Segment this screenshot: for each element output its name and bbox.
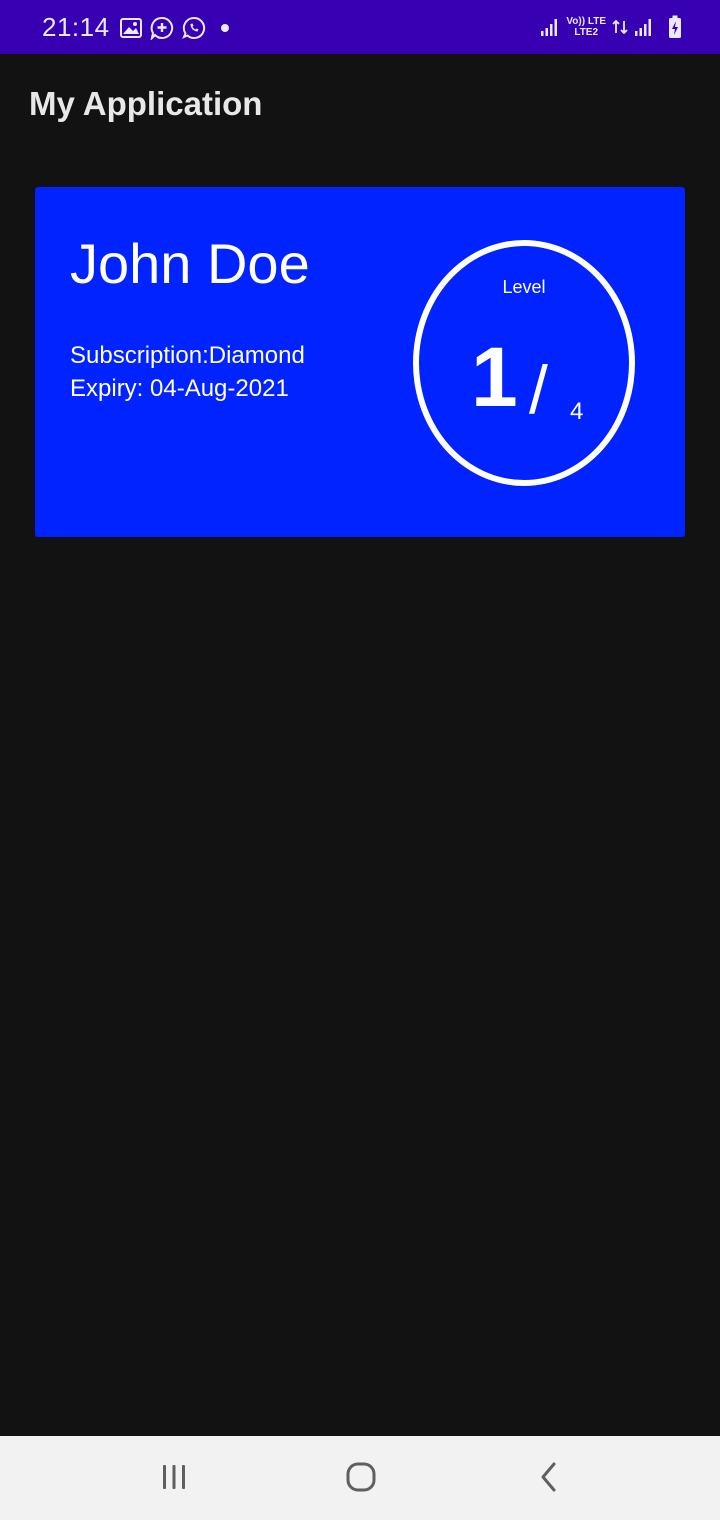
expiry-text: Expiry: 04-Aug-2021 — [70, 375, 289, 402]
member-name: John Doe — [70, 232, 310, 295]
navigation-bar — [0, 1436, 720, 1520]
level-label: Level — [502, 277, 546, 297]
system-icons: Vo)) LTE LTE2 — [540, 12, 682, 42]
network-label-top: Vo)) LTE — [566, 16, 606, 27]
back-icon — [537, 1462, 561, 1497]
notification-icons — [120, 14, 236, 42]
level-separator: / — [529, 352, 548, 428]
back-button[interactable] — [526, 1456, 572, 1502]
status-bar: 21:14 Vo)) LTE LTE2 — [0, 0, 720, 54]
recents-icon — [159, 1463, 189, 1496]
lte-data-icon — [612, 20, 628, 34]
gallery-icon — [120, 18, 142, 38]
subscription-text: Subscription:Diamond — [70, 342, 305, 369]
level-ring: Level 1 / 4 — [413, 240, 635, 486]
battery-charging-icon — [668, 15, 682, 39]
status-time: 21:14 — [42, 12, 110, 42]
recents-button[interactable] — [151, 1456, 197, 1502]
level-max: 4 — [570, 398, 584, 425]
network-label-bottom: LTE2 — [574, 27, 599, 38]
volte-icon: Vo)) LTE LTE2 — [566, 16, 606, 38]
app-title: My Application — [29, 85, 263, 122]
signal-icon — [540, 17, 560, 37]
home-icon — [345, 1461, 377, 1498]
level-current: 1 — [471, 330, 518, 424]
whatsapp-icon — [182, 16, 206, 40]
signal-icon — [634, 17, 654, 37]
chat-plus-icon — [150, 16, 174, 40]
membership-card[interactable]: John Doe Subscription:Diamond Expiry: 04… — [35, 187, 685, 537]
dot-icon — [214, 17, 236, 39]
home-button[interactable] — [338, 1456, 384, 1502]
screen: 21:14 Vo)) LTE LTE2 My Application John … — [0, 0, 720, 1520]
